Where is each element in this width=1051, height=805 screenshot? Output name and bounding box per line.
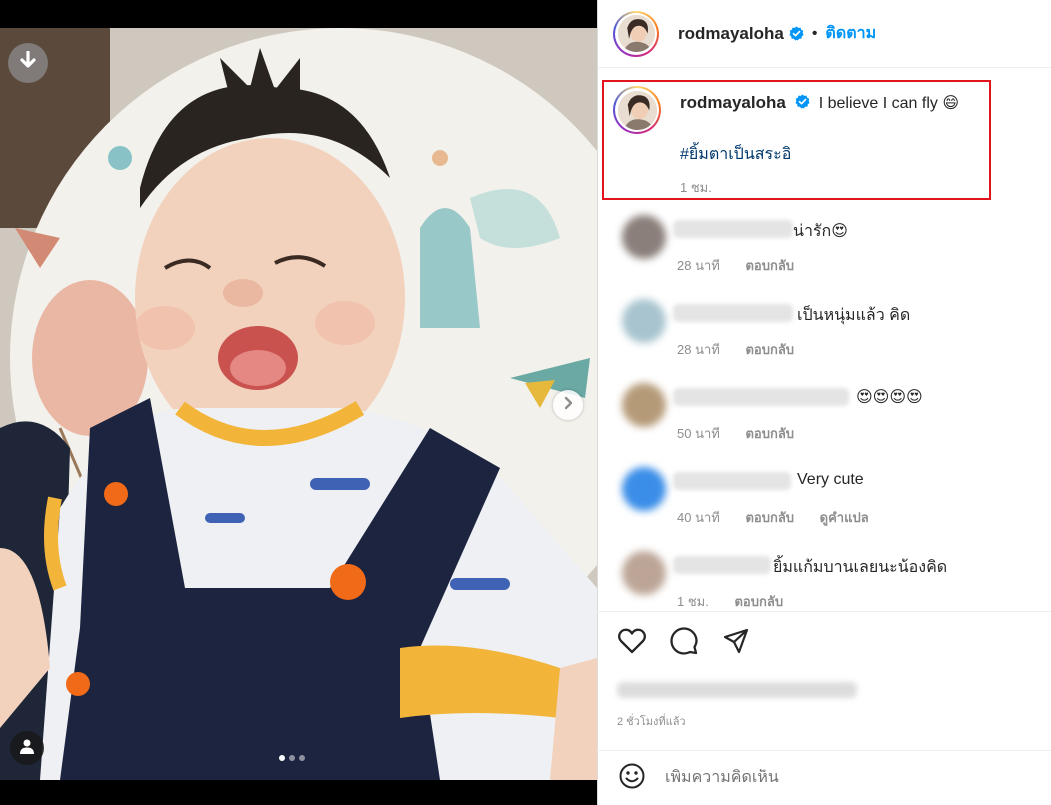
comment-meta: 1 ชม. ตอบกลับ xyxy=(677,591,805,612)
heart-icon xyxy=(618,628,646,659)
comment-text: ยิ้มแก้มบานเลยนะน้องคิด xyxy=(773,559,948,576)
comment-time: 40 นาที xyxy=(677,510,720,525)
commenter-avatar[interactable] xyxy=(622,383,666,427)
add-comment-bar xyxy=(597,750,1051,805)
post-actions xyxy=(617,626,751,660)
commenter-avatar[interactable] xyxy=(622,551,666,595)
avatar-photo xyxy=(617,15,655,52)
tagged-users-button[interactable] xyxy=(10,731,44,765)
comment-meta: 28 นาที ตอบกลับ xyxy=(677,339,816,360)
speech-bubble-icon xyxy=(670,626,698,660)
follow-button[interactable]: ติดตาม xyxy=(825,21,876,46)
post-photo[interactable] xyxy=(0,28,597,780)
actions-divider xyxy=(597,611,1051,612)
person-icon xyxy=(19,738,35,759)
post-side-panel: rodmayaloha • ติดตาม rodmayaloha I belie… xyxy=(597,0,1051,805)
comment-item: เป็นหนุ่มแล้ว คิด 28 นาที ตอบกลับ xyxy=(613,289,1043,369)
comment-text: 😍😍😍😍 xyxy=(856,389,923,406)
commenter-avatar[interactable] xyxy=(622,215,666,259)
comment-time: 28 นาที xyxy=(677,258,720,273)
caption-username[interactable]: rodmayaloha xyxy=(680,93,786,112)
smiley-icon xyxy=(619,763,645,794)
carousel-dot-active xyxy=(279,755,285,761)
comment-time: 50 นาที xyxy=(677,426,720,441)
carousel-next-button[interactable] xyxy=(553,390,583,420)
comment-item: 😍😍😍😍 50 นาที ตอบกลับ xyxy=(613,373,1043,453)
comment-item: Very cute 40 นาที ตอบกลับ ดูคำแปล xyxy=(613,457,1043,537)
reply-button[interactable]: ตอบกลับ xyxy=(745,426,794,441)
reply-button[interactable]: ตอบกลับ xyxy=(745,342,794,357)
comment-item: น่ารัก😍 28 นาที ตอบกลับ xyxy=(613,205,1043,285)
reply-button[interactable]: ตอบกลับ xyxy=(734,594,783,609)
baby-photo-illustration xyxy=(0,28,597,780)
comment-meta: 50 นาที ตอบกลับ xyxy=(677,423,816,444)
commenter-avatar[interactable] xyxy=(622,299,666,343)
author-username[interactable]: rodmayaloha xyxy=(678,24,784,44)
download-arrow-icon xyxy=(19,49,37,76)
caption-hashtag[interactable]: #ยิ้มตาเป็นสระอิ xyxy=(680,142,959,167)
caption-timestamp: 1 ชม. xyxy=(680,180,712,195)
reply-button[interactable]: ตอบกลับ xyxy=(745,258,794,273)
comment-text: Very cute xyxy=(797,471,864,488)
commenter-username-blurred[interactable] xyxy=(673,472,791,490)
comment-button[interactable] xyxy=(669,626,699,660)
post-timestamp: 2 ชั่วโมงที่แล้ว xyxy=(617,716,686,728)
post-header: rodmayaloha • ติดตาม xyxy=(597,0,1051,68)
comment-item: ยิ้มแก้มบานเลยนะน้องคิด 1 ชม. ตอบกลับ xyxy=(613,541,1043,621)
caption-author-avatar[interactable] xyxy=(613,86,661,134)
verified-badge-icon xyxy=(789,26,804,41)
comment-text: น่ารัก😍 xyxy=(793,223,848,240)
commenter-username-blurred[interactable] xyxy=(673,388,849,406)
carousel-indicator xyxy=(279,755,305,761)
emoji-picker-button[interactable] xyxy=(617,763,647,793)
like-button[interactable] xyxy=(617,628,647,658)
see-translation-button[interactable]: ดูคำแปล xyxy=(820,510,869,525)
comment-meta: 28 นาที ตอบกลับ xyxy=(677,255,816,276)
avatar-photo xyxy=(617,90,657,130)
comment-time: 1 ชม. xyxy=(677,594,709,609)
comment-meta: 40 นาที ตอบกลับ ดูคำแปล xyxy=(677,507,891,528)
comment-text: เป็นหนุ่มแล้ว คิด xyxy=(797,307,911,324)
carousel-dot xyxy=(289,755,295,761)
reply-button[interactable]: ตอบกลับ xyxy=(745,510,794,525)
carousel-dot xyxy=(299,755,305,761)
commenter-avatar[interactable] xyxy=(622,467,666,511)
comment-input[interactable] xyxy=(665,769,1015,787)
commenter-username-blurred[interactable] xyxy=(673,556,771,574)
header-separator: • xyxy=(811,24,818,42)
download-button[interactable] xyxy=(8,43,48,83)
likes-summary-blurred[interactable] xyxy=(617,682,857,698)
caption-text: I believe I can fly 😄 xyxy=(818,95,960,112)
share-button[interactable] xyxy=(721,628,751,658)
author-avatar[interactable] xyxy=(613,10,659,57)
chevron-right-icon xyxy=(562,396,574,415)
commenter-username-blurred[interactable] xyxy=(673,220,793,238)
post-caption: rodmayaloha I believe I can fly 😄 #ยิ้มต… xyxy=(613,86,993,198)
verified-badge-icon xyxy=(795,94,810,109)
panel-divider xyxy=(597,0,598,805)
post-media xyxy=(0,0,597,805)
comment-time: 28 นาที xyxy=(677,342,720,357)
commenter-username-blurred[interactable] xyxy=(673,304,793,322)
paper-plane-icon xyxy=(723,628,749,659)
